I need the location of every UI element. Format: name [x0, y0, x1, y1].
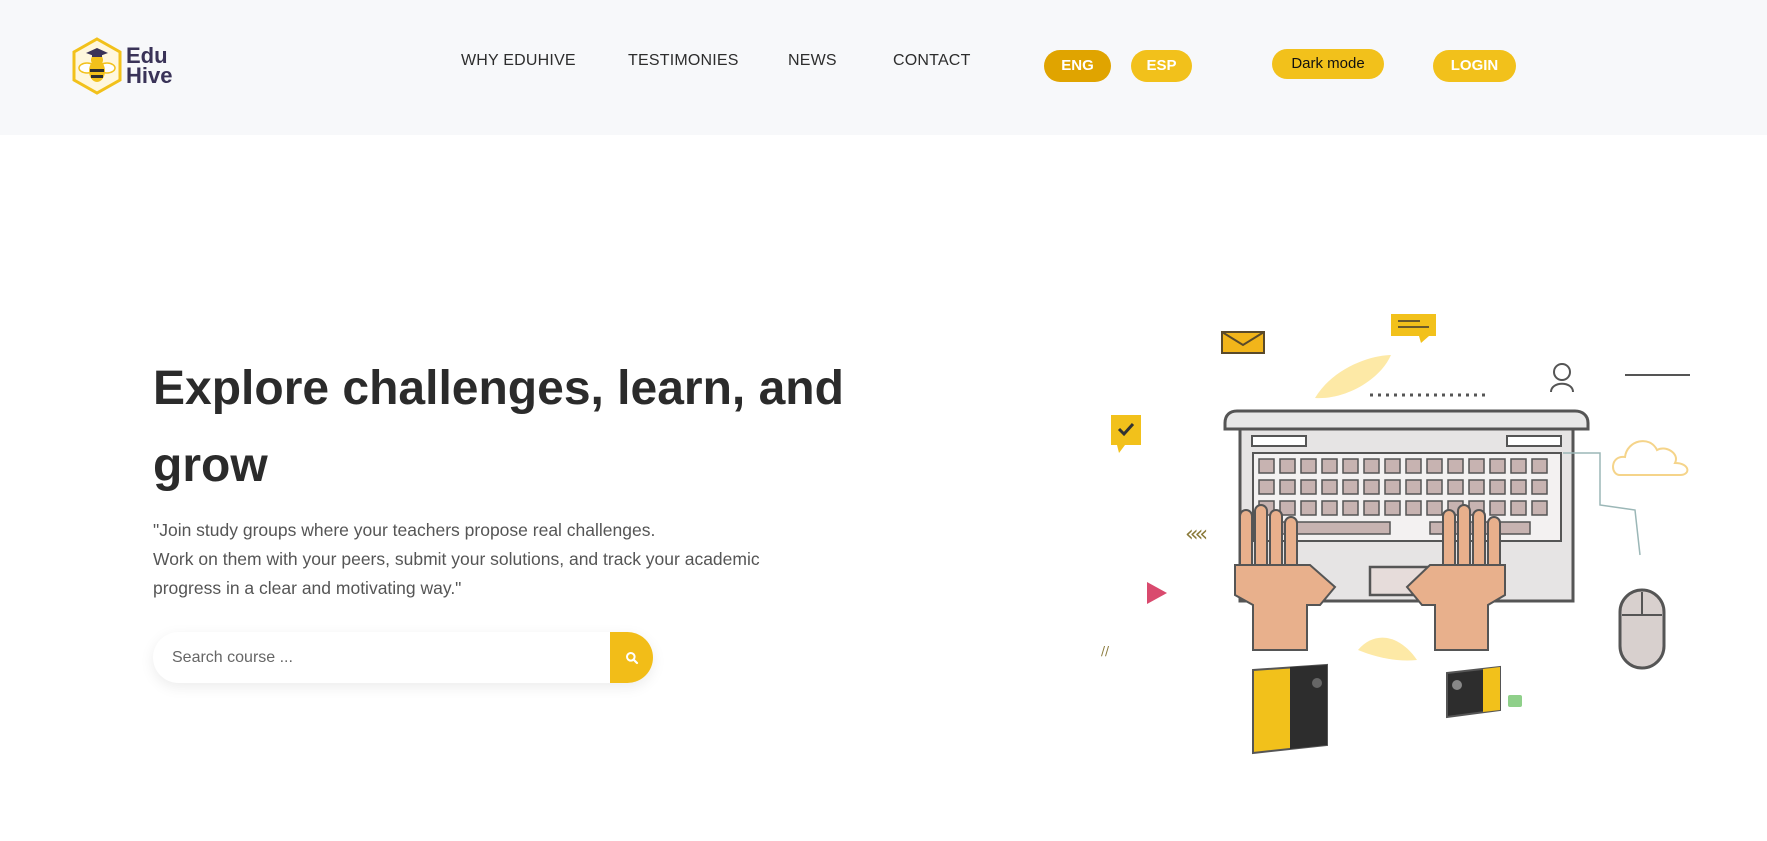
nav-news[interactable]: NEWS [788, 52, 837, 70]
lang-eng-button[interactable]: ENG [1044, 50, 1111, 82]
cloud-icon [1612, 440, 1689, 476]
chevrons-decor: ‹‹‹‹ [1185, 522, 1206, 547]
brand-logo[interactable]: Edu Hive [70, 36, 180, 98]
leaf-shape [1358, 637, 1417, 661]
hero-title: Explore challenges, learn, and grow [153, 350, 873, 504]
sparkle-decor: // [1101, 644, 1110, 658]
search-button[interactable] [610, 632, 653, 683]
brand-line-2: Hive [126, 63, 173, 88]
nav-contact[interactable]: CONTACT [893, 52, 971, 70]
play-triangle-icon [1147, 582, 1167, 604]
mouse-illustration [1563, 452, 1666, 670]
hero-desc-line-3: progress in a clear and motivating way." [153, 578, 462, 598]
hero-desc-line-1: "Join study groups where your teachers p… [153, 520, 656, 540]
leaf-shape [1315, 355, 1391, 399]
nav-why-eduhive[interactable]: WHY EDUHIVE [461, 52, 576, 70]
dark-mode-toggle[interactable]: Dark mode [1272, 49, 1384, 79]
user-icon [1550, 363, 1574, 393]
bee-logo-icon [72, 37, 122, 95]
hero-description: "Join study groups where your teachers p… [153, 516, 803, 603]
hero-title-line-1: Explore challenges, learn, and [153, 362, 844, 415]
chat-bubble-icon [1391, 314, 1436, 343]
search-input[interactable] [172, 645, 572, 671]
nav-testimonies[interactable]: TESTIMONIES [628, 52, 739, 70]
search-icon [625, 651, 638, 664]
check-bubble-icon [1111, 415, 1141, 453]
hero-illustration: ‹‹‹‹ // [1101, 314, 1690, 755]
course-search [153, 632, 653, 683]
brand-name: Edu Hive [126, 45, 173, 88]
login-button[interactable]: LOGIN [1433, 50, 1516, 82]
hero-desc-line-2: Work on them with your peers, submit you… [153, 549, 760, 569]
hero-title-line-2: grow [153, 439, 268, 492]
envelope-icon [1221, 331, 1265, 354]
lang-esp-button[interactable]: ESP [1131, 50, 1192, 82]
site-header: Edu Hive WHY EDUHIVE TESTIMONIES NEWS CO… [0, 0, 1767, 135]
